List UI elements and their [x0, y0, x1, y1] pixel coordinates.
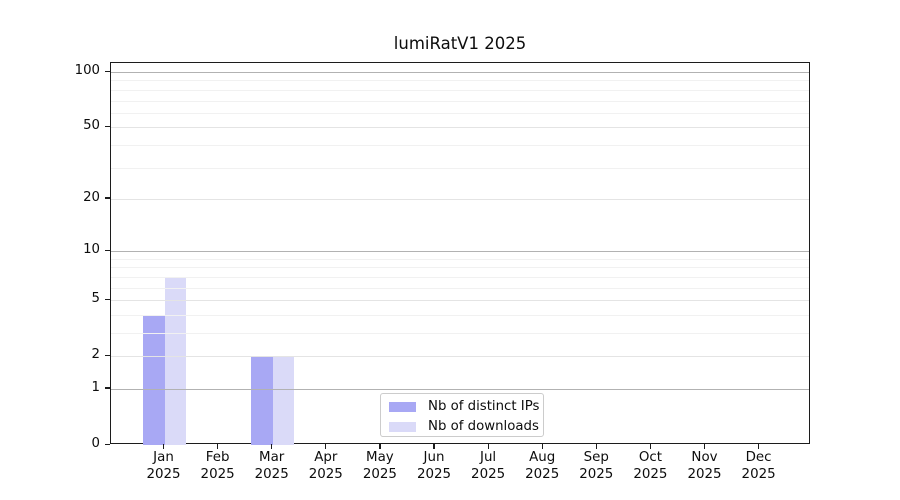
y-tick-mark [105, 249, 110, 252]
major-gridline [111, 251, 809, 253]
chart-figure: lumiRatV1 2025 Nb of distinct IPs Nb of d… [0, 0, 900, 500]
minor-gridline [111, 314, 809, 316]
y-tick-mark [105, 197, 110, 199]
y-tick-mark [105, 387, 110, 389]
y-axis-tick-label: 0 [91, 436, 100, 451]
x-tick-mark [541, 444, 543, 449]
legend: Nb of distinct IPs Nb of downloads [380, 393, 544, 437]
x-tick-mark [271, 444, 273, 449]
major-gridline [111, 356, 809, 358]
y-axis-tick-label: 50 [83, 118, 100, 134]
legend-item: Nb of distinct IPs [381, 397, 543, 417]
minor-gridline [111, 100, 809, 102]
x-axis-tick-label: Dec 2025 [727, 450, 791, 483]
bar-downloads [272, 356, 295, 445]
minor-gridline [111, 276, 809, 278]
x-tick-mark [325, 444, 327, 449]
y-tick-mark [105, 443, 110, 445]
x-tick-mark [649, 444, 652, 449]
chart-title: lumiRatV1 2025 [393, 34, 527, 53]
minor-gridline [111, 287, 809, 289]
bar-downloads [164, 276, 186, 445]
x-tick-mark [433, 444, 435, 449]
x-tick-mark [162, 444, 165, 449]
y-axis-tick-label: 20 [83, 189, 100, 205]
legend-item: Nb of downloads [381, 417, 543, 437]
y-tick-mark [105, 70, 110, 72]
y-axis-tick-label: 10 [83, 242, 100, 258]
y-axis-tick-label: 5 [91, 291, 100, 307]
x-tick-mark [217, 444, 219, 449]
major-gridline [111, 388, 809, 390]
minor-gridline [111, 267, 809, 269]
y-tick-mark [105, 125, 110, 128]
major-gridline [111, 127, 809, 129]
y-axis-tick-label: 1 [91, 379, 100, 395]
x-tick-mark [758, 444, 760, 449]
minor-gridline [111, 332, 809, 334]
minor-gridline [111, 167, 809, 169]
legend-swatch-distinct-ips [389, 402, 416, 412]
bar-distinct-ips [143, 314, 165, 445]
x-axis-tick-label-line: Dec [745, 450, 772, 465]
legend-label: Nb of downloads [428, 419, 539, 434]
minor-gridline [111, 89, 809, 91]
bar-distinct-ips [251, 356, 273, 445]
y-axis-tick-label: 2 [91, 347, 100, 363]
minor-gridline [111, 144, 809, 146]
y-tick-mark [105, 298, 110, 300]
plot-area: Nb of distinct IPs Nb of downloads [110, 62, 810, 445]
major-gridline [111, 198, 809, 200]
x-tick-mark [379, 444, 381, 449]
legend-label: Nb of distinct IPs [428, 399, 540, 414]
legend-swatch-downloads [389, 422, 416, 432]
major-gridline [111, 72, 809, 74]
y-tick-mark [105, 354, 110, 357]
x-tick-mark [703, 444, 706, 449]
major-gridline [111, 300, 809, 302]
minor-gridline [111, 112, 809, 114]
x-axis-tick-label-line: 2025 [741, 466, 776, 482]
minor-gridline [111, 258, 809, 260]
y-axis-tick-label: 100 [74, 63, 100, 79]
x-tick-mark [487, 444, 489, 449]
minor-gridline [111, 80, 809, 82]
x-tick-mark [595, 444, 597, 449]
